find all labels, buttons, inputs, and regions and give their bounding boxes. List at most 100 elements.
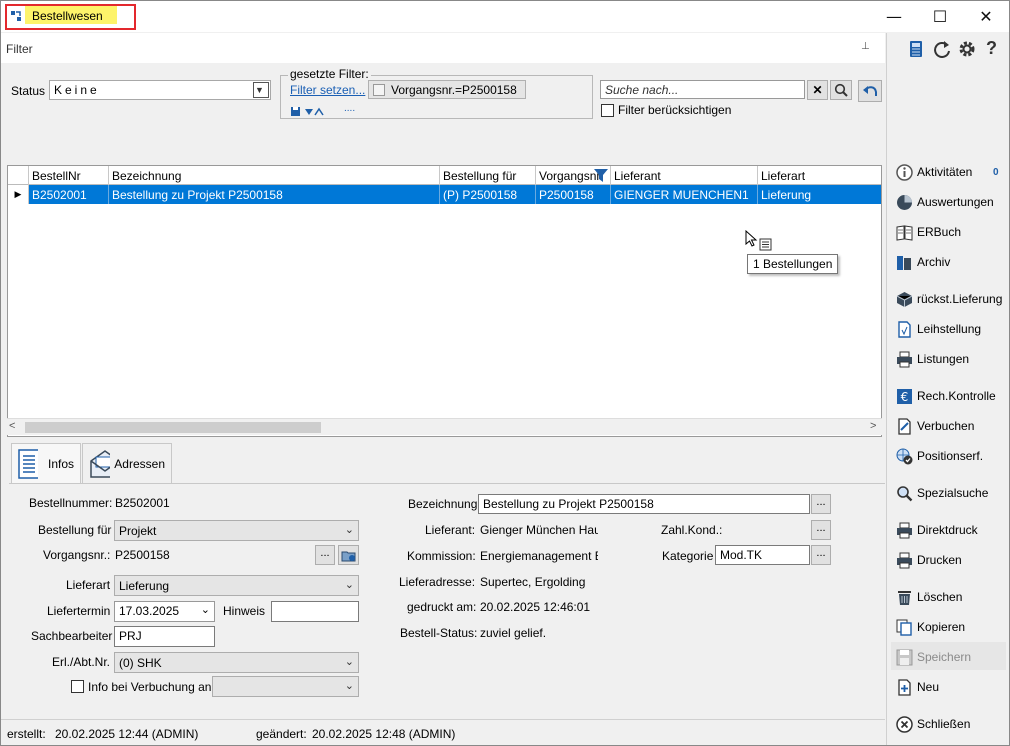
kategorie-ellipsis-button[interactable]: ... xyxy=(811,545,831,565)
chevron-down-icon[interactable]: ▼ xyxy=(253,82,269,98)
search-input[interactable]: Suche nach... xyxy=(600,80,805,99)
reset-button[interactable] xyxy=(858,80,882,102)
column-header[interactable]: Lieferart xyxy=(758,166,881,185)
listungen-button[interactable]: Listungen xyxy=(895,348,969,370)
bestellnummer-label: Bestellnummer: xyxy=(29,496,113,510)
erl-value: (0) SHK xyxy=(119,656,162,670)
minimize-button[interactable]: — xyxy=(871,1,917,32)
leihstellung-button[interactable]: Leihstellung xyxy=(895,318,981,340)
filter-funnel-icon[interactable] xyxy=(594,169,608,182)
info-verbuchung-select[interactable]: ⌄ xyxy=(212,676,359,697)
lieferart-value: Lieferung xyxy=(119,579,170,593)
verbuchen-button[interactable]: Verbuchen xyxy=(895,415,974,437)
column-header[interactable]: Bezeichnung xyxy=(109,166,440,185)
close-circle-icon xyxy=(895,715,913,733)
sachbearbeiter-input[interactable]: PRJ xyxy=(114,626,215,647)
zahl-kond-ellipsis-button[interactable]: ... xyxy=(811,520,831,540)
horizontal-scrollbar[interactable]: < > xyxy=(7,418,882,435)
info-verbuchung-checkbox[interactable] xyxy=(71,680,84,693)
scroll-left-icon[interactable]: < xyxy=(9,420,15,432)
open-folder-button[interactable] xyxy=(338,545,359,565)
aktivitaeten-label: Aktivitäten xyxy=(917,165,973,179)
maximize-button[interactable]: ☐ xyxy=(917,1,963,32)
rueckst-lieferung-button[interactable]: rückst.Lieferung xyxy=(895,288,1002,310)
gedruckt-value: 20.02.2025 12:46:01 xyxy=(480,600,591,614)
tab-label: Adressen xyxy=(114,456,165,471)
gear-icon[interactable] xyxy=(958,40,976,58)
table-row[interactable]: ▶ B2502001 Bestellung zu Projekt P250015… xyxy=(8,185,881,204)
bestell-status-value: zuviel gelief. xyxy=(480,626,547,640)
auswertungen-button[interactable]: Auswertungen xyxy=(895,191,994,213)
consider-filter-checkbox[interactable] xyxy=(601,104,614,117)
help-icon[interactable]: ? xyxy=(986,38,997,59)
erl-select[interactable]: (0) SHK ⌄ xyxy=(114,652,359,673)
tab-adressen[interactable]: Adressen xyxy=(82,443,172,483)
erbuch-button[interactable]: ERBuch xyxy=(895,221,961,243)
erbuch-label: ERBuch xyxy=(917,225,962,239)
column-header[interactable]: BestellNr xyxy=(29,166,109,185)
lieferart-select[interactable]: Lieferung ⌄ xyxy=(114,575,359,596)
close-button[interactable]: ✕ xyxy=(963,1,1009,32)
bezeichnung-input[interactable]: Bestellung zu Projekt P2500158 xyxy=(478,494,810,514)
direktdruck-button[interactable]: Direktdruck xyxy=(895,519,978,541)
archiv-label: Archiv xyxy=(917,255,951,269)
euro-icon: € xyxy=(895,387,913,405)
speichern-button[interactable]: Speichern xyxy=(895,646,971,668)
schliessen-button[interactable]: Schließen xyxy=(895,713,970,735)
aktivitaeten-button[interactable]: Aktivitäten xyxy=(895,161,972,183)
bezeichnung-label: Bezeichnung xyxy=(408,497,478,511)
tab-infos[interactable]: Infos xyxy=(11,443,81,484)
column-header[interactable]: Bestellung für xyxy=(440,166,536,185)
pin-icon[interactable]: ⊥ xyxy=(861,41,870,52)
bestellung-fuer-select[interactable]: Projekt ⌄ xyxy=(114,520,359,541)
positionserf-label: Positionserf. xyxy=(917,449,984,463)
listungen-label: Listungen xyxy=(917,352,970,366)
hinweis-input[interactable] xyxy=(271,601,359,622)
filter-header-label: Filter xyxy=(6,42,33,56)
archiv-button[interactable]: Archiv xyxy=(895,251,950,273)
active-filter-chip[interactable]: Vorgangsnr.=P2500158 xyxy=(368,80,526,99)
scrollbar-thumb[interactable] xyxy=(25,422,321,433)
column-header[interactable]: Lieferant xyxy=(611,166,758,185)
chevron-down-icon[interactable]: ⌄ xyxy=(201,603,210,616)
positionserf-button[interactable]: Positionserf. xyxy=(895,445,983,467)
spezialsuche-button[interactable]: Spezialsuche xyxy=(895,482,988,504)
kopieren-button[interactable]: Kopieren xyxy=(895,616,965,638)
loeschen-label: Löschen xyxy=(917,590,963,604)
save-icon xyxy=(895,648,913,666)
liefertermin-datepicker[interactable]: 17.03.2025 ⌄ xyxy=(114,601,215,622)
active-filter-checkbox[interactable] xyxy=(373,83,385,96)
clear-icon: ✕ xyxy=(812,83,823,97)
schliessen-label: Schließen xyxy=(917,717,971,731)
search-button[interactable] xyxy=(830,80,852,100)
drucken-label: Drucken xyxy=(917,553,962,567)
filter-save-icon[interactable] xyxy=(291,106,331,117)
rueckst-lieferung-label: rückst.Lieferung xyxy=(917,292,1003,306)
neu-button[interactable]: Neu xyxy=(895,676,939,698)
set-filter-link[interactable]: Filter setzen... xyxy=(290,83,365,97)
clear-search-button[interactable]: ✕ xyxy=(807,80,828,100)
chevron-down-icon: ⌄ xyxy=(344,523,354,536)
trash-icon xyxy=(895,588,913,606)
status-bar: erstellt: 20.02.2025 12:44 (ADMIN) geänd… xyxy=(1,719,885,745)
loeschen-button[interactable]: Löschen xyxy=(895,586,962,608)
refresh-icon[interactable] xyxy=(933,40,951,58)
drucken-button[interactable]: Drucken xyxy=(895,549,962,571)
bestellung-fuer-label: Bestellung für xyxy=(38,523,112,537)
calculator-icon[interactable] xyxy=(909,40,923,58)
scroll-right-icon[interactable]: > xyxy=(870,420,876,432)
row-indicator-icon: ▶ xyxy=(8,185,29,204)
rech-kontrolle-button[interactable]: € Rech.Kontrolle xyxy=(895,385,996,407)
status-combo-value: Keine xyxy=(54,83,100,97)
vorgangsnr-ellipsis-button[interactable]: ... xyxy=(315,545,335,565)
aktivitaeten-count-badge: 0 xyxy=(993,167,999,178)
app-icon xyxy=(9,9,23,23)
kategorie-input[interactable]: Mod.TK xyxy=(715,545,810,565)
bezeichnung-ellipsis-button[interactable]: ... xyxy=(811,494,831,514)
filter-extra-link[interactable]: .... xyxy=(344,103,355,114)
main-area: Status Keine ▼ gesetzte Filter: Filter s… xyxy=(1,63,885,745)
active-filter-text: Vorgangsnr.=P2500158 xyxy=(391,82,517,97)
status-combo[interactable]: Keine ▼ xyxy=(49,80,271,100)
created-value: 20.02.2025 12:44 (ADMIN) xyxy=(55,727,199,741)
verbuchen-label: Verbuchen xyxy=(917,419,975,433)
